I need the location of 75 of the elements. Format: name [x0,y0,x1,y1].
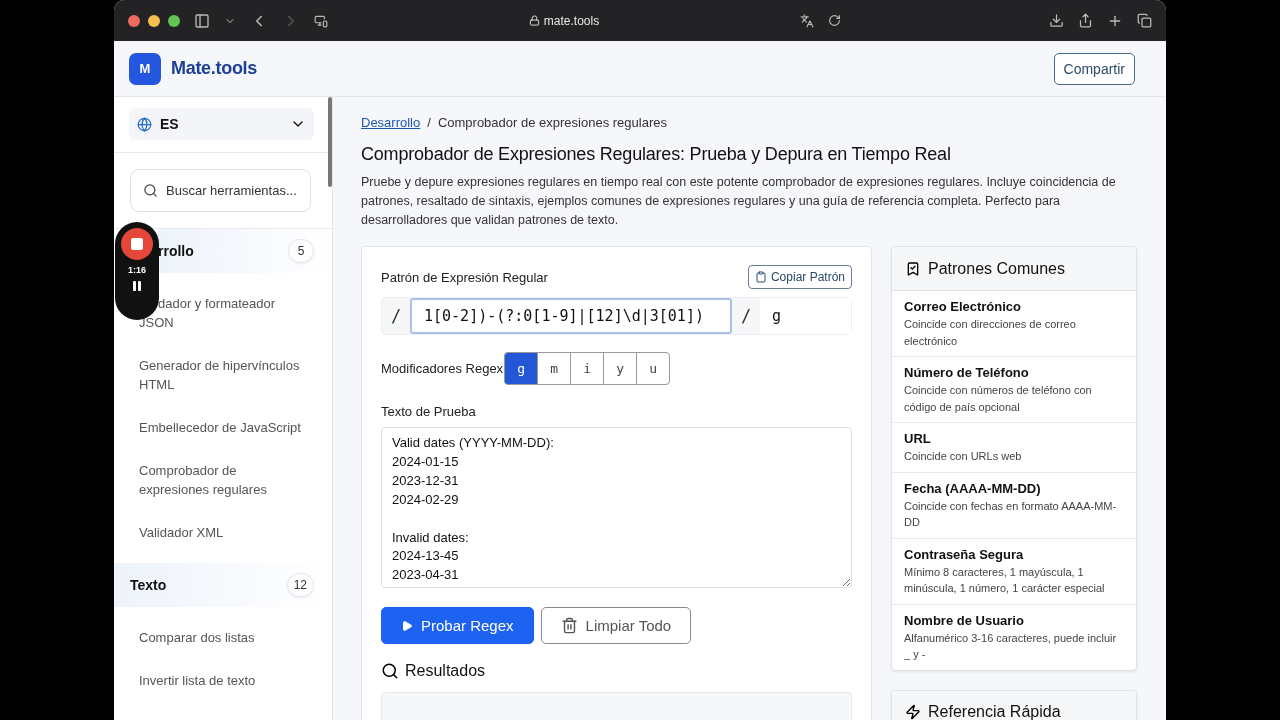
sidebar-item[interactable]: Generador de hipervínculos HTML [114,347,332,403]
pattern-description: Coincide con números de teléfono con código de país opcional [904,383,1093,415]
pattern-description: Alfanumérico 3-16 caracteres, puede incluir _ y - [904,630,1118,662]
page-icon [314,13,328,28]
share-button[interactable]: Compartir [1053,52,1135,85]
window-controls-icon [128,14,180,27]
flag-toggle[interactable]: u [636,352,671,385]
share-icon[interactable] [1078,13,1093,28]
pattern-name: Correo Electrónico [904,299,1023,315]
play-icon [401,619,413,632]
pattern-description: Coincide con URLs web [904,449,1023,464]
flags-field[interactable]: g [760,298,851,334]
sidebar-item[interactable]: Embellecedor de JavaScript [114,409,332,446]
page-description: Pruebe y depure expresiones regulares en tiempo real con este potente comprobador de expresiones regulares. Incluye coincidencia de patrones, resaltado de sintaxis, ejemplos comunes de expresiones regulares y una guía de referencia completa. Perfecto para desarrolladores que validan patrones de texto. [361,174,1117,229]
field-label: Texto de Prueba [381,404,476,419]
breadcrumb-current: Comprobador de expresiones regulares [437,115,667,130]
pattern-name: Contraseña Segura [904,546,1025,563]
field-label: Patrón de Expresión Regular [381,269,548,285]
copy-pattern-button[interactable]: Copiar Patrón [747,265,852,289]
pattern-name: Número de Teléfono [904,365,1030,381]
address-text: mate.tools [543,13,600,28]
flag-toggle[interactable]: y [603,352,638,385]
search-field[interactable]: Buscar herramientas... [130,169,311,212]
pattern-item[interactable]: Correo Electrónico Coincide con direcciones de correo electrónico [892,291,1136,357]
sidebar-item[interactable]: Comprobador de expresiones regulares [114,452,332,508]
sidebar-item[interactable]: dador y formateador JSON [114,285,332,341]
pattern-item[interactable]: URL Coincide con URLs web [892,423,1136,473]
card-title: Patrones Comunes [928,259,1065,278]
card-title: Referencia Rápida [928,703,1061,720]
bookmark-icon [905,260,921,277]
translate-icon[interactable] [800,13,814,28]
brand-name: Mate.tools [171,58,257,79]
pause-icon[interactable] [131,280,143,292]
pattern-item[interactable]: Contraseña Segura Mínimo 8 caracteres, 1 mayúscula, 1 minúscula, 1 número, 1 carácter especial [892,538,1136,605]
clear-button[interactable]: Limpiar Todo [540,607,692,644]
slash-text: / [739,305,753,328]
pattern-name: Fecha (AAAA-MM-DD) [904,480,1042,497]
sidebar-toggle-icon[interactable] [194,12,210,29]
pattern-description: Coincide con direcciones de correo electrónico [904,317,1077,349]
pattern-name: URL [904,431,932,447]
tabs-icon[interactable] [1137,13,1152,28]
clipboard-icon [754,271,767,283]
download-icon[interactable] [1049,13,1064,28]
breadcrumb-separator: / [427,115,431,130]
pattern-item[interactable]: Fecha (AAAA-MM-DD) Coincide con fechas en formato AAAA-MM-DD [892,472,1136,539]
sidebar-item[interactable]: Comparar dos listas [114,619,332,656]
recording-time: 1:16 [128,265,146,275]
test-button[interactable]: Probar Regex [381,607,534,644]
pattern-item[interactable]: Número de Teléfono Coincide con números de teléfono con código de país opcional [892,357,1136,423]
flag-toggle[interactable]: i [570,352,605,385]
flag-toggle[interactable]: g [504,352,539,385]
logo: M [129,52,161,85]
lightning-icon [905,704,921,720]
globe-icon [137,116,152,132]
language-select[interactable]: ES [129,108,314,140]
slash-text: / [389,305,403,328]
pattern-description: Mínimo 8 caracteres, 1 mayúscula, 1 minúscula, 1 número, 1 carácter especial [904,564,1106,596]
breadcrumb-link[interactable]: Desarrollo [361,115,421,130]
pattern-description: Coincide con fechas en formato AAAA-MM-DD [904,498,1118,530]
flag-toggle[interactable]: m [537,352,572,385]
field-label: Modificadores Regex [381,361,504,376]
trash-icon [560,617,578,634]
search-icon [143,183,158,198]
test-text-field[interactable]: Valid dates (YYYY-MM-DD): 2024-01-15 2023-12-31 2024-02-29 Invalid dates: 2024-13-45 2023-04-31 [381,427,852,588]
results-heading: Resultados [405,662,486,680]
search-icon [381,662,399,680]
page-title: Comprobador de Expresiones Regulares: Prueba y Depura en Tiempo Real [361,144,952,165]
pattern-name: Nombre de Usuario [904,612,1025,629]
sidebar-item[interactable]: Invertir lista de texto [114,662,332,699]
reload-icon[interactable] [828,14,841,27]
sidebar-item[interactable]: Validador XML [114,514,332,551]
lock-icon [528,15,540,26]
stop-recording-button[interactable] [121,228,153,260]
pattern-item[interactable]: Nombre de Usuario Alfanumérico 3-16 caracteres, puede incluir _ y - [892,604,1136,670]
pattern-field[interactable]: 1[0-2])-(?:0[1-9]|[12]\d|3[01]) [410,298,732,334]
